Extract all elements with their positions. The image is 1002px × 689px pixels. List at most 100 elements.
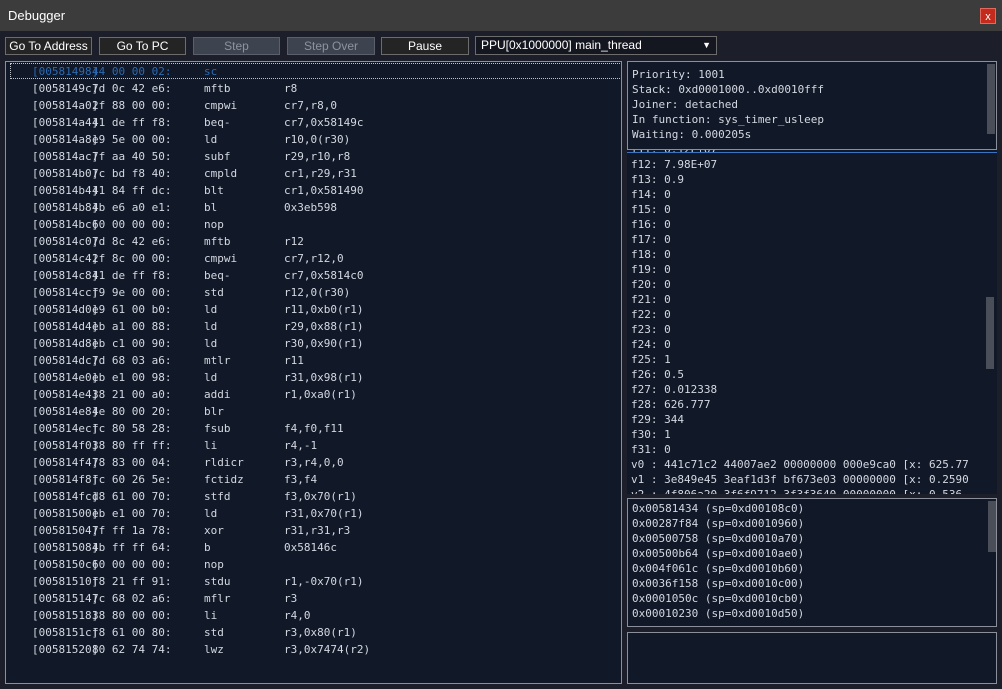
disassembly-row[interactable]: [005814fc] d8 61 00 70: stfd f3,0x70(r1) [6, 488, 621, 505]
disassembly-row[interactable]: [00581510] f8 21 ff 91: stdu r1,-0x70(r1) [6, 573, 621, 590]
step-button[interactable]: Step [193, 37, 280, 55]
go-to-address-button[interactable]: Go To Address [5, 37, 92, 55]
instruction-bytes: 38 21 00 a0: [92, 388, 172, 401]
disassembly-row[interactable]: [005814a4] 41 de ff f8: beq-cr7,0x58149c [6, 114, 621, 131]
instruction-mnemonic: addi [204, 388, 231, 401]
thread-info-panel[interactable]: Priority: 1001 Stack: 0xd0001000..0xd0010… [627, 61, 997, 150]
disassembly-row[interactable]: [005814dc] 7d 68 03 a6: mtlr r11 [6, 352, 621, 369]
callstack-entry[interactable]: 0x0036f158 (sp=0xd0010c00) [628, 576, 988, 591]
go-to-pc-button[interactable]: Go To PC [99, 37, 186, 55]
disassembly-row[interactable]: [005814c0] 7d 8c 42 e6: mftb r12 [6, 233, 621, 250]
instruction-bytes: 4e 80 00 20: [92, 405, 172, 418]
disassembly-row[interactable]: [00581500] eb e1 00 70: ld r31,0x70(r1) [6, 505, 621, 522]
instruction-mnemonic: blr [204, 405, 224, 418]
instruction-bytes: eb e1 00 70: [92, 507, 172, 520]
disassembly-row[interactable]: [00581520] 80 62 74 74: lwz r3,0x7474(r2) [6, 641, 621, 658]
register-line: f26: 0.5 [631, 368, 684, 381]
disassembly-row[interactable]: [005814bc] 60 00 00 00: nop [6, 216, 621, 233]
callstack-entry[interactable]: 0x00500b64 (sp=0xd0010ae0) [628, 546, 988, 561]
callstack-entry[interactable]: 0x0001050c (sp=0xd0010cb0) [628, 591, 988, 606]
disassembly-row[interactable]: [005814b0] 7c bd f8 40: cmpld cr1,r29,r31 [6, 165, 621, 182]
registers-panel[interactable]: f11: 0.12E+07f12: 7.98E+07f13: 0.9f14: 0… [627, 150, 997, 494]
pause-button[interactable]: Pause [381, 37, 469, 55]
instruction-address: [005814ec] [32, 422, 99, 435]
instruction-bytes: 7f aa 40 50: [92, 150, 172, 163]
instruction-mnemonic: beq- [204, 269, 231, 282]
instruction-mnemonic: subf [204, 150, 231, 163]
disassembly-row[interactable]: [005814b4] 41 84 ff dc: blt cr1,0x581490 [6, 182, 621, 199]
callstack-entry[interactable]: 0x00581434 (sp=0xd00108c0) [628, 501, 988, 516]
callstack-panel[interactable]: 0x00581434 (sp=0xd00108c0) 0x00287f84 (sp… [627, 498, 997, 627]
disassembly-row[interactable]: [005814d4] eb a1 00 88: ld r29,0x88(r1) [6, 318, 621, 335]
instruction-address: [005814b0] [32, 167, 99, 180]
disassembly-row[interactable]: [005814b8] 4b e6 a0 e1: bl 0x3eb598 [6, 199, 621, 216]
instruction-bytes: 41 84 ff dc: [92, 184, 172, 197]
instruction-operands: r11,0xb0(r1) [284, 303, 364, 316]
register-line: f12: 7.98E+07 [631, 158, 718, 171]
close-button[interactable]: x [980, 8, 996, 24]
disassembly-row[interactable]: [005814cc] f9 9e 00 00: std r12,0(r30) [6, 284, 621, 301]
instruction-operands: f4,f0,f11 [284, 422, 344, 435]
registers-scrollbar[interactable] [986, 297, 994, 369]
disassembly-row[interactable]: [005814a8] e9 5e 00 00: ld r10,0(r30) [6, 131, 621, 148]
instruction-address: [005814fc] [32, 490, 99, 503]
disassembly-row[interactable]: [005814f8] fc 60 26 5e: fctidz f3,f4 [6, 471, 621, 488]
instruction-bytes: 41 de ff f8: [92, 116, 172, 129]
disassembly-row[interactable]: [0058150c] 60 00 00 00: nop [6, 556, 621, 573]
instruction-mnemonic: ld [204, 337, 218, 350]
disassembly-row[interactable]: [005814e4] 38 21 00 a0: addi r1,0xa0(r1) [6, 386, 621, 403]
callstack-scrollbar[interactable] [988, 501, 996, 552]
instruction-mnemonic: cmpwi [204, 99, 238, 112]
instruction-address: [005814c8] [32, 269, 99, 282]
disassembly-row[interactable]: [005814c4] 2f 8c 00 00: cmpwi cr7,r12,0 [6, 250, 621, 267]
callstack-entry[interactable]: 0x00500758 (sp=0xd0010a70) [628, 531, 988, 546]
disassembly-row[interactable]: [00581504] 7f ff 1a 78: xor r31,r31,r3 [6, 522, 621, 539]
empty-panel[interactable] [627, 632, 997, 684]
register-line: f19: 0 [631, 263, 671, 276]
disassembly-row[interactable]: [00581508] 4b ff ff 64: b 0x58146c [6, 539, 621, 556]
registers-list: f11: 0.12E+07f12: 7.98E+07f13: 0.9f14: 0… [627, 150, 989, 494]
disassembly-row[interactable]: [005814f4] 78 83 00 04: rldicr r3,r4,0,0 [6, 454, 621, 471]
callstack-entry[interactable]: 0x00010230 (sp=0xd0010d50) [628, 606, 988, 621]
callstack-entry[interactable]: 0x00287f84 (sp=0xd0010960) [628, 516, 988, 531]
instruction-mnemonic: fsub [204, 422, 231, 435]
disassembly-row[interactable]: [005814ac] 7f aa 40 50: subf r29,r10,r8 [6, 148, 621, 165]
thread-info-line: In function: sys_timer_usleep [632, 113, 825, 126]
thread-info-line: Stack: 0xd0001000..0xd0010fff [632, 83, 825, 96]
instruction-operands: cr7,r12,0 [284, 252, 344, 265]
disassembly-row[interactable]: [005814a0] 2f 88 00 00: cmpwi cr7,r8,0 [6, 97, 621, 114]
disassembly-row[interactable]: [005814d8] eb c1 00 90: ld r30,0x90(r1) [6, 335, 621, 352]
title-bar: Debugger x [0, 0, 1002, 31]
thread-select[interactable]: PPU[0x1000000] main_thread ▼ [475, 36, 717, 55]
instruction-bytes: 7c 68 02 a6: [92, 592, 172, 605]
disassembly-panel[interactable]: [00581498] 44 00 00 02: sc [0058149c] 7d 0c … [5, 61, 622, 684]
callstack-entry[interactable]: 0x004f061c (sp=0xd0010b60) [628, 561, 988, 576]
disassembly-row[interactable]: [0058149c] 7d 0c 42 e6: mftb r8 [6, 80, 621, 97]
disassembly-row[interactable]: [0058151c] f8 61 00 80: std r3,0x80(r1) [6, 624, 621, 641]
instruction-mnemonic: mflr [204, 592, 231, 605]
instruction-operands: r31,0x98(r1) [284, 371, 364, 384]
disassembly-row[interactable]: [00581514] 7c 68 02 a6: mflr r3 [6, 590, 621, 607]
disassembly-row[interactable]: [00581518] 38 80 00 00: li r4,0 [6, 607, 621, 624]
disassembly-row[interactable]: [005814ec] fc 80 58 28: fsub f4,f0,f11 [6, 420, 621, 437]
instruction-operands: r12,0(r30) [284, 286, 351, 299]
disassembly-row[interactable]: [005814f0] 38 80 ff ff: li r4,-1 [6, 437, 621, 454]
instruction-mnemonic: nop [204, 218, 224, 231]
disassembly-row[interactable]: [005814c8] 41 de ff f8: beq-cr7,0x5814c0 [6, 267, 621, 284]
disassembly-row[interactable]: [005814e0] eb e1 00 98: ld r31,0x98(r1) [6, 369, 621, 386]
instruction-address: [00581520] [32, 643, 99, 656]
instruction-address: [005814b4] [32, 184, 99, 197]
instruction-bytes: fc 60 26 5e: [92, 473, 172, 486]
instruction-mnemonic: beq- [204, 116, 231, 129]
thread-info-scrollbar[interactable] [987, 64, 995, 134]
instruction-operands: f3,f4 [284, 473, 318, 486]
instruction-bytes: 7d 68 03 a6: [92, 354, 172, 367]
step-over-button[interactable]: Step Over [287, 37, 375, 55]
instruction-bytes: f8 61 00 80: [92, 626, 172, 639]
instruction-operands: r3 [284, 592, 298, 605]
register-line: f22: 0 [631, 308, 671, 321]
disassembly-row[interactable]: [005814d0] e9 61 00 b0: ld r11,0xb0(r1) [6, 301, 621, 318]
instruction-bytes: eb e1 00 98: [92, 371, 172, 384]
instruction-operands: r4,-1 [284, 439, 318, 452]
disassembly-row[interactable]: [005814e8] 4e 80 00 20: blr [6, 403, 621, 420]
